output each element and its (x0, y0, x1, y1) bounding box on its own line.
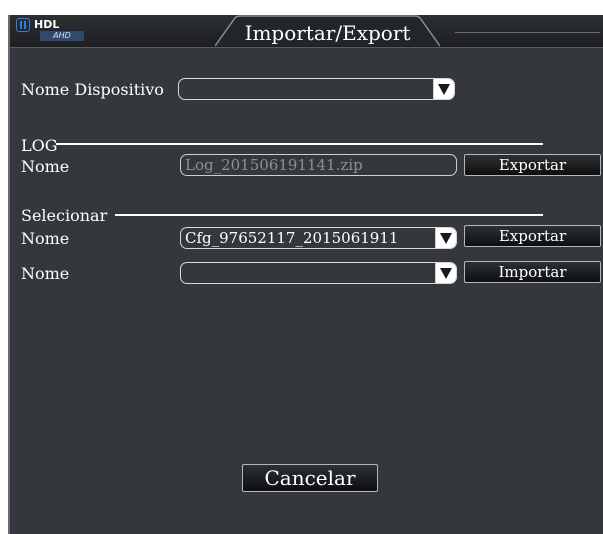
log-name-label: Nome (21, 157, 70, 176)
device-name-label: Nome Dispositivo (21, 80, 164, 99)
config-export-button[interactable]: Exportar (464, 225, 601, 247)
device-dropdown-button[interactable] (433, 79, 454, 99)
chevron-down-icon (440, 268, 452, 279)
logo-badge: AHD (40, 31, 84, 41)
config-import-button[interactable]: Importar (464, 261, 601, 283)
config-import-select[interactable] (180, 262, 457, 284)
dialog-title: Importar/Export (244, 21, 411, 45)
config-import-dropdown-button[interactable] (435, 263, 456, 283)
title-bar: HDL AHD Importar/Export (10, 15, 603, 48)
select-section-divider (115, 214, 543, 216)
cancel-button[interactable]: Cancelar (242, 464, 378, 492)
log-file-field: Log_201506191141.zip (180, 154, 457, 176)
hdl-logo-icon: HDL AHD (16, 17, 96, 41)
import-export-dialog: HDL AHD Importar/Export Nome Dispositivo… (8, 15, 603, 534)
chevron-down-icon (440, 233, 452, 244)
title-tab: Importar/Export (215, 15, 440, 47)
import-name-label: Nome (21, 264, 70, 283)
device-select[interactable] (178, 78, 455, 100)
title-divider (455, 32, 600, 33)
select-section-heading: Selecionar (21, 206, 108, 225)
config-export-dropdown-button[interactable] (435, 228, 456, 248)
config-export-select[interactable]: Cfg_97652117_2015061911 (180, 227, 457, 249)
logo-brand: HDL (34, 18, 60, 31)
log-section-heading: LOG (21, 136, 58, 155)
chevron-down-icon (438, 84, 450, 95)
log-export-button[interactable]: Exportar (464, 154, 601, 176)
export-name-label: Nome (21, 229, 70, 248)
config-export-value: Cfg_97652117_2015061911 (185, 229, 399, 247)
log-file-value: Log_201506191141.zip (185, 156, 363, 174)
log-section-divider (56, 143, 543, 145)
logo-mark-icon (16, 18, 30, 32)
